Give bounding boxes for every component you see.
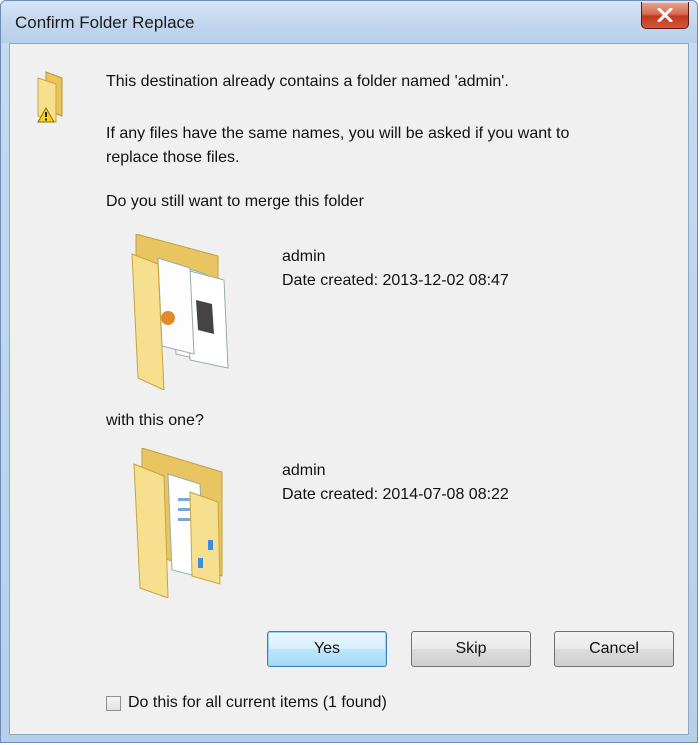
skip-button[interactable]: Skip <box>411 631 531 667</box>
folder-warning-icon <box>32 70 76 131</box>
source-folder-name: admin <box>282 248 326 265</box>
yes-button[interactable]: Yes <box>267 631 387 667</box>
dialog-window: Confirm Folder Replace This destination … <box>0 0 698 743</box>
message-line-1: This destination already contains a fold… <box>106 73 509 90</box>
dest-folder-name: admin <box>282 462 326 479</box>
apply-to-all-label[interactable]: Do this for all current items (1 found) <box>128 692 387 714</box>
cancel-button[interactable]: Cancel <box>554 631 674 667</box>
apply-to-all-checkbox[interactable] <box>106 696 121 711</box>
title-bar[interactable]: Confirm Folder Replace <box>1 1 697 43</box>
message-line-2b: replace those files. <box>106 149 240 166</box>
message-line-2a: If any files have the same names, you wi… <box>106 125 570 142</box>
source-folder-date: Date created: 2013-12-02 08:47 <box>282 272 509 289</box>
window-title: Confirm Folder Replace <box>15 13 195 32</box>
close-icon <box>657 8 673 22</box>
folder-with-images-icon <box>128 233 240 395</box>
close-button[interactable] <box>641 2 689 29</box>
message-line-3: Do you still want to merge this folder <box>106 193 364 210</box>
folder-with-documents-icon <box>128 447 240 603</box>
dest-folder-date: Date created: 2014-07-08 08:22 <box>282 486 509 503</box>
separator-text: with this one? <box>106 412 204 429</box>
dialog-content: This destination already contains a fold… <box>9 43 689 735</box>
